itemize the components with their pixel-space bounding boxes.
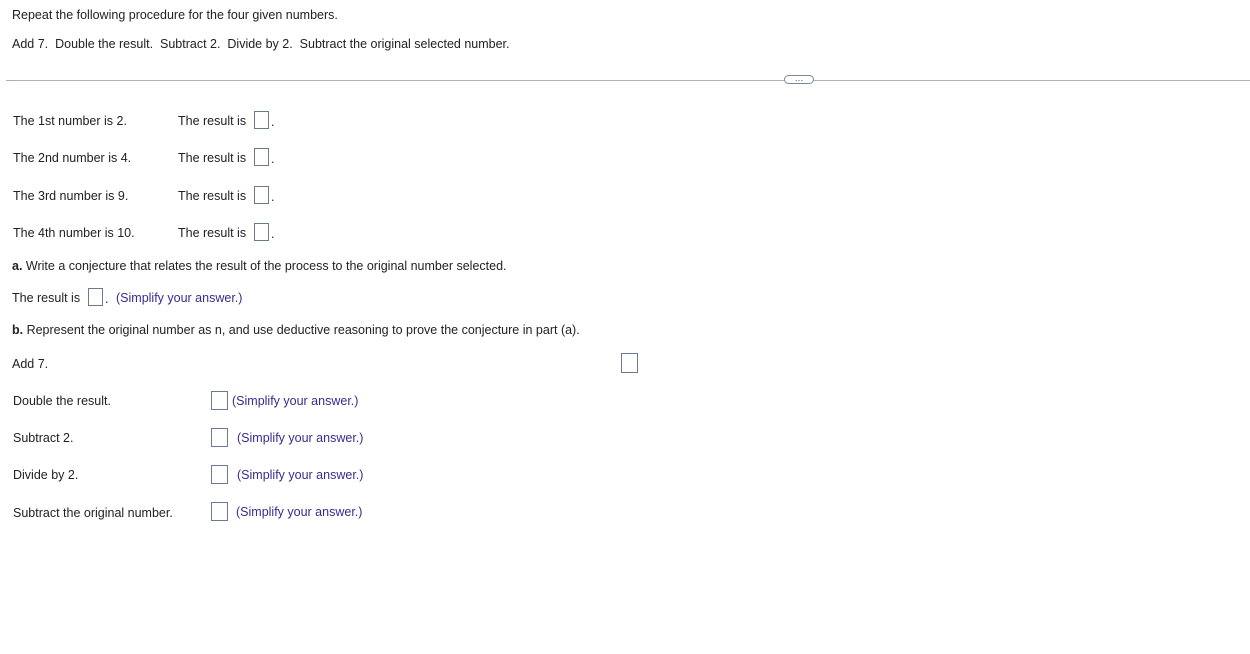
number-3-period: . xyxy=(271,190,275,204)
number-1-result-label: The result is xyxy=(178,114,247,128)
part-a-question-text: Write a conjecture that relates the resu… xyxy=(22,259,507,273)
part-b-marker: b. xyxy=(12,323,24,337)
number-1-label: The 1st number is 2. xyxy=(13,114,127,128)
number-4-result-label: The result is xyxy=(178,226,247,240)
step-subtract-original-hint: (Simplify your answer.) xyxy=(236,505,363,519)
part-a-hint: (Simplify your answer.) xyxy=(116,291,243,305)
number-4-answer-box[interactable] xyxy=(254,223,269,241)
section-divider xyxy=(6,80,1250,81)
number-3-answer-box[interactable] xyxy=(254,186,269,204)
number-4-period: . xyxy=(271,227,275,241)
step-subtract2-answer-box[interactable] xyxy=(211,428,228,447)
step-double-hint: (Simplify your answer.) xyxy=(232,394,359,408)
expand-more-button[interactable]: … xyxy=(784,73,814,84)
number-4-label: The 4th number is 10. xyxy=(13,226,135,240)
step-subtract-original-answer-box[interactable] xyxy=(211,502,228,521)
step-subtract2-label: Subtract 2. xyxy=(13,431,74,445)
step-double-label: Double the result. xyxy=(13,394,111,408)
number-2-period: . xyxy=(271,152,275,166)
ellipsis-icon: … xyxy=(794,73,804,83)
step-divide2-hint: (Simplify your answer.) xyxy=(237,468,364,482)
part-a-question: a. Write a conjecture that relates the r… xyxy=(12,258,507,274)
step-subtract2-hint: (Simplify your answer.) xyxy=(237,431,364,445)
number-2-label: The 2nd number is 4. xyxy=(13,151,132,165)
part-a-result-label: The result is xyxy=(12,291,81,305)
instructions-line2: Add 7. Double the result. Subtract 2. Di… xyxy=(12,37,510,51)
step-subtract-original-label: Subtract the original number. xyxy=(13,506,173,520)
number-2-result-label: The result is xyxy=(178,151,247,165)
instructions-line1: Repeat the following procedure for the f… xyxy=(12,8,338,22)
part-a-period: . xyxy=(105,292,109,306)
number-3-result-label: The result is xyxy=(178,189,247,203)
number-1-answer-box[interactable] xyxy=(254,111,269,129)
step-divide2-answer-box[interactable] xyxy=(211,465,228,484)
step-add7-label: Add 7. xyxy=(12,357,49,371)
number-1-period: . xyxy=(271,115,275,129)
step-divide2-label: Divide by 2. xyxy=(13,468,79,482)
part-b-add7-answer-box[interactable] xyxy=(621,353,638,373)
part-a-answer-box[interactable] xyxy=(88,288,103,306)
number-3-label: The 3rd number is 9. xyxy=(13,189,129,203)
number-2-answer-box[interactable] xyxy=(254,148,269,166)
part-a-marker: a. xyxy=(12,259,23,273)
part-b-question-text: Represent the original number as n, and … xyxy=(23,323,580,337)
step-double-answer-box[interactable] xyxy=(211,391,228,410)
part-b-question: b. Represent the original number as n, a… xyxy=(12,322,580,338)
